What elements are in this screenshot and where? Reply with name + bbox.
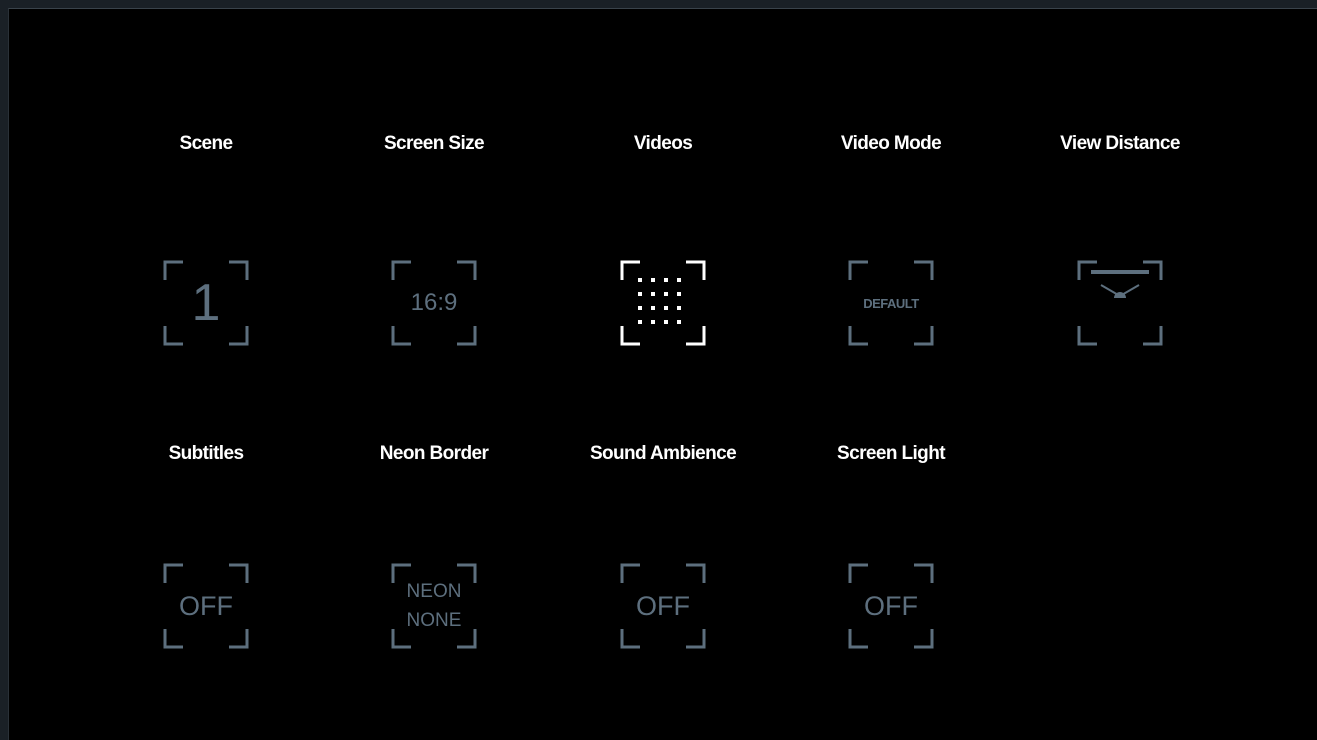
subtitles-label: Subtitles xyxy=(168,443,244,464)
view-distance-button[interactable] xyxy=(1077,260,1163,346)
view-distance-label: View Distance xyxy=(1060,133,1180,154)
settings-panel: Scene 1 Screen Size 16:9 Videos Video Mo… xyxy=(8,8,1317,740)
screen-size-label: Screen Size xyxy=(383,133,485,154)
scene-button[interactable]: 1 xyxy=(163,260,249,346)
videos-label: Videos xyxy=(633,133,693,154)
video-mode-button[interactable]: DEFAULT xyxy=(848,260,934,346)
videos-button[interactable] xyxy=(620,260,706,346)
sound-ambience-value: OFF xyxy=(636,590,690,621)
neon-border-value: NEON NONE xyxy=(406,581,462,631)
neon-border-button[interactable]: NEON NONE xyxy=(391,563,477,649)
sound-ambience-label: Sound Ambience xyxy=(589,443,737,464)
video-mode-label: Video Mode xyxy=(840,133,942,154)
screen-light-value: OFF xyxy=(864,590,918,621)
scene-label: Scene xyxy=(179,133,234,154)
video-mode-value: DEFAULT xyxy=(863,295,919,311)
neon-border-label: Neon Border xyxy=(379,443,489,464)
subtitles-value: OFF xyxy=(179,590,233,621)
screen-light-label: Screen Light xyxy=(837,443,945,464)
screen-light-button[interactable]: OFF xyxy=(848,563,934,649)
sound-ambience-button[interactable]: OFF xyxy=(620,563,706,649)
grid-dots-icon xyxy=(638,278,681,324)
view-distance-icon xyxy=(1091,270,1149,298)
scene-value: 1 xyxy=(191,274,221,332)
subtitles-button[interactable]: OFF xyxy=(163,563,249,649)
screen-size-button[interactable]: 16:9 xyxy=(391,260,477,346)
screen-size-value: 16:9 xyxy=(410,289,458,316)
